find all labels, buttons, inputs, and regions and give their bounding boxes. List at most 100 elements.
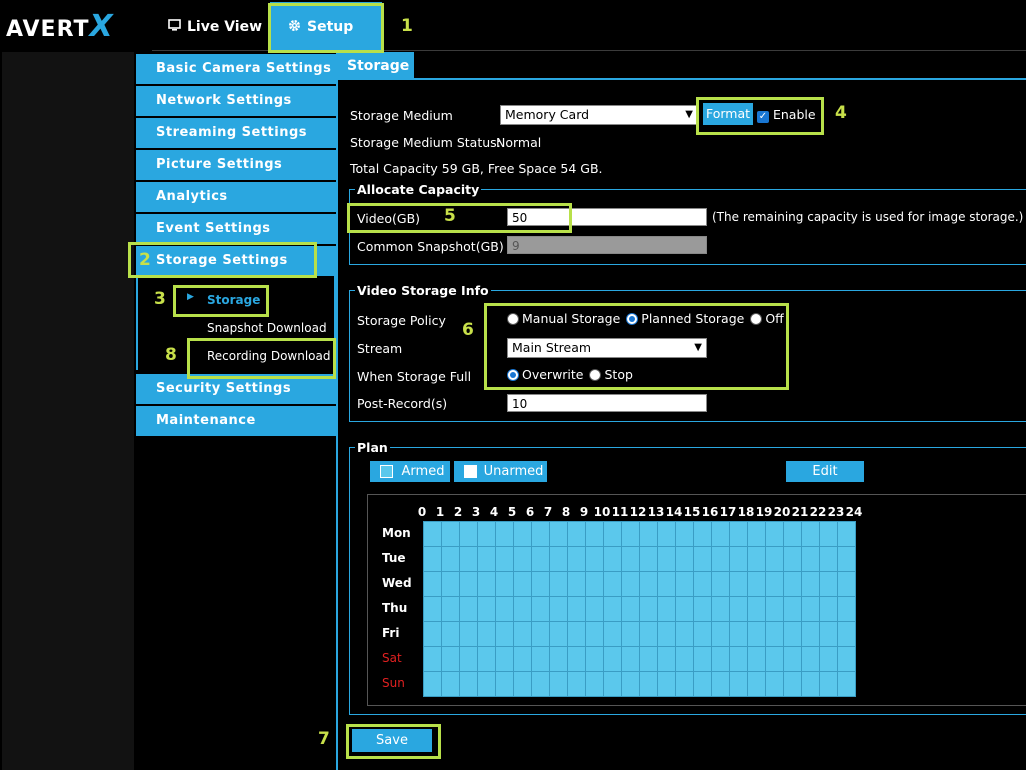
schedule-cell[interactable] bbox=[496, 622, 514, 647]
schedule-cell[interactable] bbox=[676, 672, 694, 697]
schedule-cell[interactable] bbox=[676, 522, 694, 547]
schedule-cell[interactable] bbox=[478, 522, 496, 547]
schedule-cell[interactable] bbox=[748, 547, 766, 572]
schedule-cell[interactable] bbox=[820, 672, 838, 697]
schedule-cell[interactable] bbox=[694, 672, 712, 697]
schedule-cell[interactable] bbox=[676, 622, 694, 647]
schedule-cell[interactable] bbox=[820, 597, 838, 622]
schedule-cell[interactable] bbox=[784, 647, 802, 672]
schedule-cell[interactable] bbox=[586, 547, 604, 572]
schedule-cell[interactable] bbox=[766, 622, 784, 647]
schedule-cell[interactable] bbox=[478, 572, 496, 597]
schedule-grid[interactable] bbox=[423, 521, 856, 697]
schedule-cell[interactable] bbox=[748, 597, 766, 622]
schedule-cell[interactable] bbox=[478, 622, 496, 647]
schedule-cell[interactable] bbox=[478, 647, 496, 672]
schedule-cell[interactable] bbox=[640, 647, 658, 672]
schedule-cell[interactable] bbox=[730, 572, 748, 597]
schedule-cell[interactable] bbox=[766, 672, 784, 697]
schedule-cell[interactable] bbox=[604, 672, 622, 697]
schedule-cell[interactable] bbox=[586, 622, 604, 647]
schedule-cell[interactable] bbox=[820, 522, 838, 547]
schedule-cell[interactable] bbox=[514, 672, 532, 697]
schedule-cell[interactable] bbox=[424, 647, 442, 672]
sidebar-item-event-settings[interactable]: Event Settings bbox=[136, 214, 336, 244]
schedule-cell[interactable] bbox=[460, 522, 478, 547]
schedule-cell[interactable] bbox=[658, 622, 676, 647]
schedule-cell[interactable] bbox=[550, 597, 568, 622]
schedule-cell[interactable] bbox=[748, 622, 766, 647]
schedule-cell[interactable] bbox=[694, 597, 712, 622]
schedule-cell[interactable] bbox=[586, 597, 604, 622]
schedule-cell[interactable] bbox=[802, 522, 820, 547]
schedule-cell[interactable] bbox=[658, 647, 676, 672]
schedule-cell[interactable] bbox=[622, 522, 640, 547]
schedule-cell[interactable] bbox=[784, 572, 802, 597]
schedule-cell[interactable] bbox=[658, 547, 676, 572]
schedule-cell[interactable] bbox=[712, 672, 730, 697]
schedule-cell[interactable] bbox=[586, 647, 604, 672]
schedule-cell[interactable] bbox=[496, 522, 514, 547]
schedule-cell[interactable] bbox=[658, 522, 676, 547]
schedule-cell[interactable] bbox=[514, 547, 532, 572]
schedule-cell[interactable] bbox=[802, 672, 820, 697]
tab-live-view[interactable]: Live View bbox=[168, 2, 268, 52]
schedule-cell[interactable] bbox=[460, 622, 478, 647]
schedule-cell[interactable] bbox=[694, 522, 712, 547]
schedule-cell[interactable] bbox=[802, 572, 820, 597]
schedule-cell[interactable] bbox=[442, 622, 460, 647]
schedule-cell[interactable] bbox=[532, 672, 550, 697]
schedule-cell[interactable] bbox=[838, 597, 856, 622]
schedule-cell[interactable] bbox=[622, 572, 640, 597]
schedule-cell[interactable] bbox=[784, 672, 802, 697]
schedule-cell[interactable] bbox=[730, 597, 748, 622]
sidebar-item-basic-camera-settings[interactable]: Basic Camera Settings bbox=[136, 54, 336, 84]
submenu-item-snapshot-download[interactable]: Snapshot Download bbox=[207, 321, 327, 335]
schedule-cell[interactable] bbox=[640, 547, 658, 572]
schedule-cell[interactable] bbox=[442, 597, 460, 622]
schedule-cell[interactable] bbox=[838, 672, 856, 697]
schedule-cell[interactable] bbox=[604, 622, 622, 647]
schedule-cell[interactable] bbox=[460, 597, 478, 622]
sidebar-item-picture-settings[interactable]: Picture Settings bbox=[136, 150, 336, 180]
schedule-cell[interactable] bbox=[478, 597, 496, 622]
schedule-cell[interactable] bbox=[622, 647, 640, 672]
schedule-cell[interactable] bbox=[460, 547, 478, 572]
schedule-cell[interactable] bbox=[532, 572, 550, 597]
schedule-cell[interactable] bbox=[460, 672, 478, 697]
schedule-cell[interactable] bbox=[496, 547, 514, 572]
schedule-cell[interactable] bbox=[640, 672, 658, 697]
schedule-cell[interactable] bbox=[424, 522, 442, 547]
schedule-cell[interactable] bbox=[766, 597, 784, 622]
schedule-cell[interactable] bbox=[784, 597, 802, 622]
schedule-cell[interactable] bbox=[604, 647, 622, 672]
schedule-cell[interactable] bbox=[550, 647, 568, 672]
schedule-cell[interactable] bbox=[514, 647, 532, 672]
schedule-cell[interactable] bbox=[784, 622, 802, 647]
schedule-cell[interactable] bbox=[532, 622, 550, 647]
schedule-cell[interactable] bbox=[748, 672, 766, 697]
schedule-cell[interactable] bbox=[730, 547, 748, 572]
schedule-cell[interactable] bbox=[640, 622, 658, 647]
tab-storage[interactable]: Storage bbox=[338, 52, 414, 80]
schedule-cell[interactable] bbox=[550, 547, 568, 572]
schedule-cell[interactable] bbox=[424, 672, 442, 697]
schedule-cell[interactable] bbox=[712, 522, 730, 547]
schedule-cell[interactable] bbox=[568, 572, 586, 597]
schedule-cell[interactable] bbox=[442, 647, 460, 672]
schedule-cell[interactable] bbox=[676, 547, 694, 572]
sidebar-item-analytics[interactable]: Analytics bbox=[136, 182, 336, 212]
schedule-cell[interactable] bbox=[712, 647, 730, 672]
schedule-cell[interactable] bbox=[712, 547, 730, 572]
schedule-cell[interactable] bbox=[586, 672, 604, 697]
schedule-cell[interactable] bbox=[568, 597, 586, 622]
schedule-cell[interactable] bbox=[676, 647, 694, 672]
schedule-cell[interactable] bbox=[424, 622, 442, 647]
schedule-cell[interactable] bbox=[694, 547, 712, 572]
schedule-cell[interactable] bbox=[442, 522, 460, 547]
schedule-cell[interactable] bbox=[838, 622, 856, 647]
schedule-cell[interactable] bbox=[622, 547, 640, 572]
schedule-cell[interactable] bbox=[496, 647, 514, 672]
schedule-cell[interactable] bbox=[820, 547, 838, 572]
schedule-cell[interactable] bbox=[514, 572, 532, 597]
